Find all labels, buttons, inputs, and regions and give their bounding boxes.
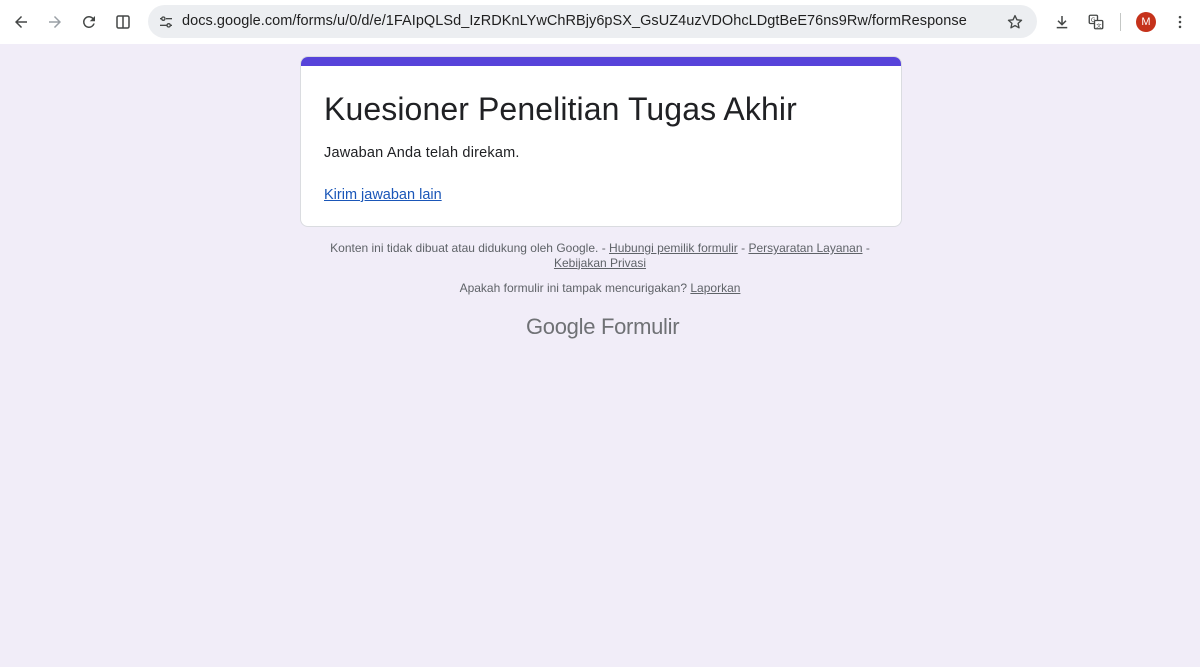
separator: - bbox=[601, 241, 606, 255]
form-response-card: Kuesioner Penelitian Tugas Akhir Jawaban… bbox=[300, 56, 902, 227]
google-wordmark: Google bbox=[526, 314, 596, 339]
form-title: Kuesioner Penelitian Tugas Akhir bbox=[324, 91, 797, 127]
report-line: Apakah formulir ini tampak mencurigakan?… bbox=[300, 281, 900, 296]
split-view-button[interactable] bbox=[108, 7, 138, 37]
confirmation-message: Jawaban Anda telah direkam. bbox=[324, 145, 520, 161]
more-vert-icon bbox=[1178, 15, 1182, 29]
suspicious-text: Apakah formulir ini tampak mencurigakan? bbox=[459, 281, 688, 295]
terms-link[interactable]: Persyaratan Layanan bbox=[748, 241, 862, 255]
arrow-right-icon bbox=[49, 16, 61, 28]
arrow-left-icon bbox=[15, 16, 27, 28]
download-icon bbox=[1056, 16, 1068, 29]
star-icon bbox=[1007, 14, 1023, 29]
back-button[interactable] bbox=[6, 7, 36, 37]
translate-icon: G 文 bbox=[1088, 14, 1104, 30]
google-forms-logo[interactable]: Google Formulir bbox=[526, 314, 680, 340]
browser-toolbar: docs.google.com/forms/u/0/d/e/1FAIpQLSd_… bbox=[0, 0, 1200, 44]
url-text[interactable]: docs.google.com/forms/u/0/d/e/1FAIpQLSd_… bbox=[182, 13, 967, 29]
card-accent-bar bbox=[301, 57, 901, 66]
form-footer: Konten ini tidak dibuat atau didukung ol… bbox=[300, 241, 900, 295]
toolbar-divider bbox=[1120, 13, 1121, 31]
separator: - bbox=[741, 241, 746, 255]
split-view-icon bbox=[116, 15, 130, 29]
privacy-link[interactable]: Kebijakan Privasi bbox=[554, 256, 646, 270]
reload-button[interactable] bbox=[74, 7, 104, 37]
site-info-button[interactable] bbox=[155, 11, 177, 33]
submit-another-link[interactable]: Kirim jawaban lain bbox=[324, 187, 442, 203]
tune-icon bbox=[160, 16, 172, 28]
bookmark-button[interactable] bbox=[1005, 12, 1025, 32]
contact-owner-link[interactable]: Hubungi pemilik formulir bbox=[609, 241, 738, 255]
download-button[interactable] bbox=[1047, 7, 1077, 37]
menu-button[interactable] bbox=[1165, 7, 1195, 37]
translate-button[interactable]: G 文 bbox=[1081, 7, 1111, 37]
profile-avatar[interactable]: M bbox=[1136, 12, 1156, 32]
reload-icon bbox=[82, 15, 95, 28]
disclaimer-text: Konten ini tidak dibuat atau didukung ol… bbox=[330, 241, 599, 255]
separator: - bbox=[865, 241, 870, 255]
address-bar[interactable]: docs.google.com/forms/u/0/d/e/1FAIpQLSd_… bbox=[148, 5, 1037, 38]
footer-disclaimer-line: Konten ini tidak dibuat atau didukung ol… bbox=[300, 241, 900, 270]
report-link[interactable]: Laporkan bbox=[690, 281, 740, 295]
forms-wordmark: Formulir bbox=[600, 314, 680, 339]
forward-button[interactable] bbox=[40, 7, 70, 37]
